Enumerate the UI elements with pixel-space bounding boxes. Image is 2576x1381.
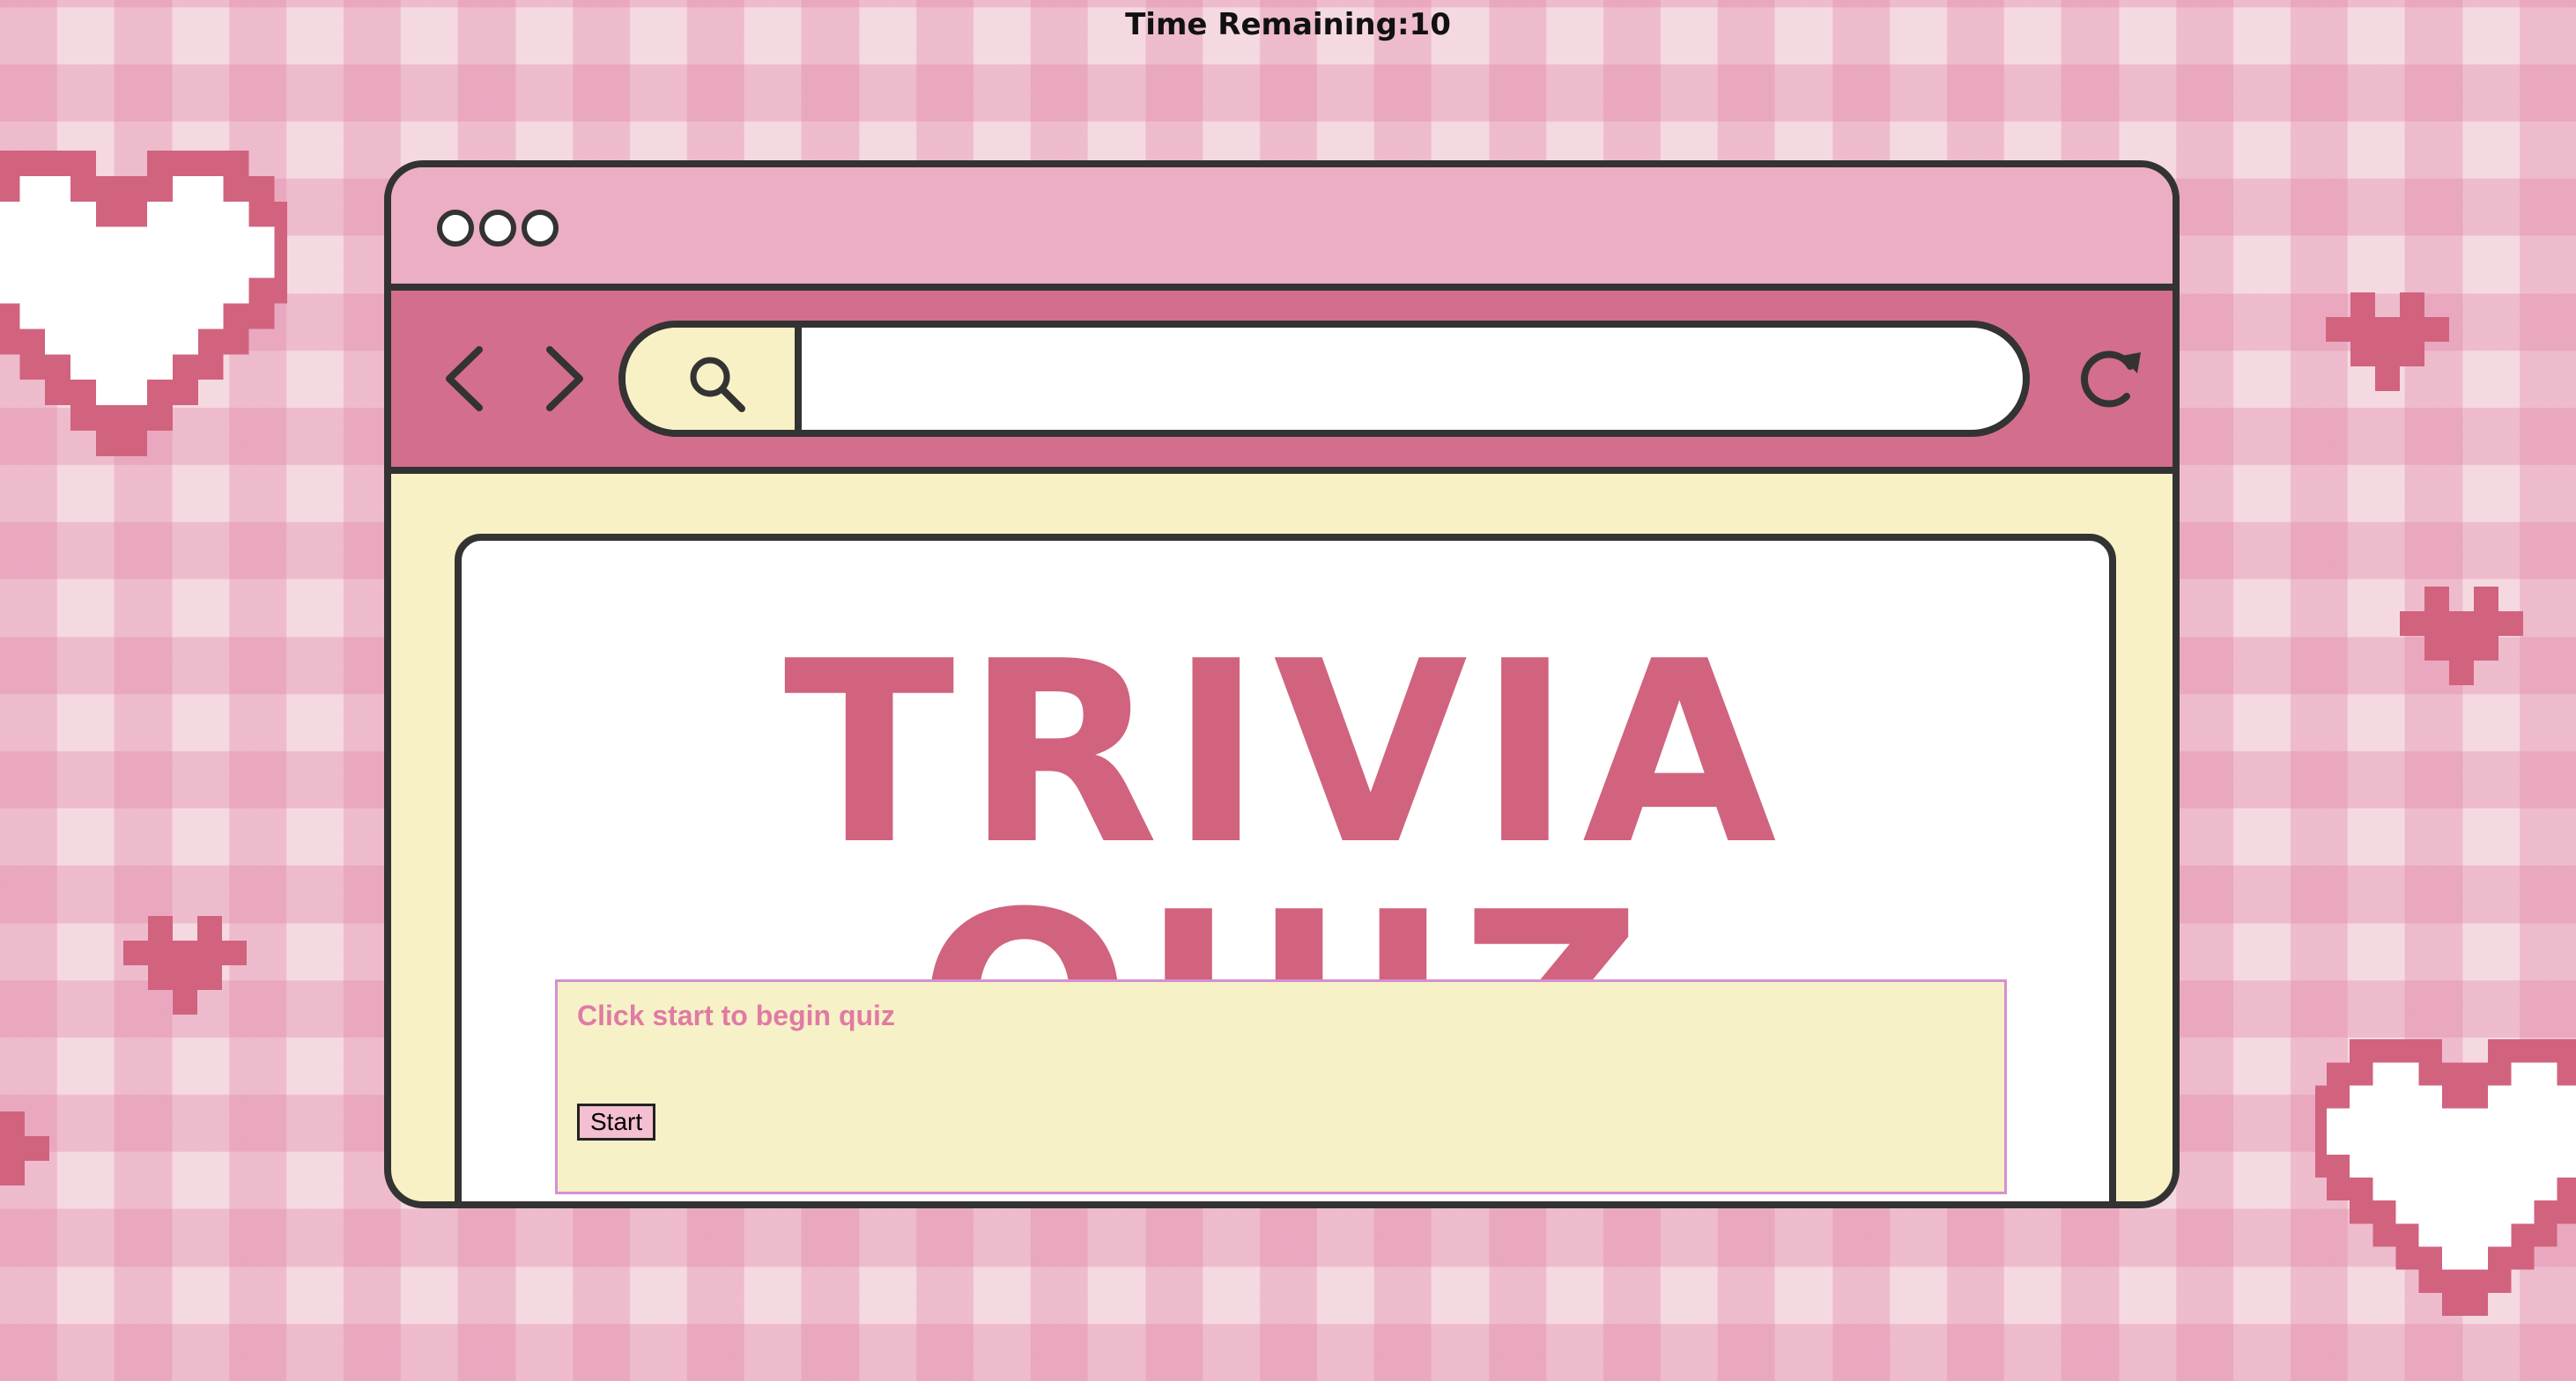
start-button[interactable]: Start — [577, 1104, 656, 1141]
title-bar — [391, 167, 2173, 291]
quiz-prompt: Click start to begin quiz — [577, 1000, 895, 1031]
nav-bar — [391, 291, 2173, 474]
heart-icon — [0, 150, 287, 456]
window-dot-icon — [479, 210, 516, 247]
heart-icon — [123, 916, 247, 1015]
timer-label: Time Remaining: — [1125, 7, 1410, 42]
timer-value: 10 — [1409, 7, 1451, 42]
quiz-box: Click start to begin quiz Start — [555, 979, 2007, 1194]
address-input[interactable] — [802, 328, 2023, 430]
search-bar — [618, 321, 2030, 437]
heart-icon — [2326, 292, 2449, 391]
forward-arrow-icon[interactable] — [532, 339, 594, 418]
window-dot-icon — [437, 210, 474, 247]
refresh-icon[interactable] — [2065, 335, 2153, 423]
search-button[interactable] — [625, 328, 802, 430]
search-icon — [690, 357, 745, 412]
back-arrow-icon[interactable] — [435, 339, 497, 418]
window-dot-icon — [522, 210, 559, 247]
time-remaining: Time Remaining:10 — [0, 7, 2576, 42]
heart-icon — [2400, 587, 2523, 685]
heart-icon — [0, 1111, 49, 1210]
heart-icon — [2315, 1039, 2576, 1316]
